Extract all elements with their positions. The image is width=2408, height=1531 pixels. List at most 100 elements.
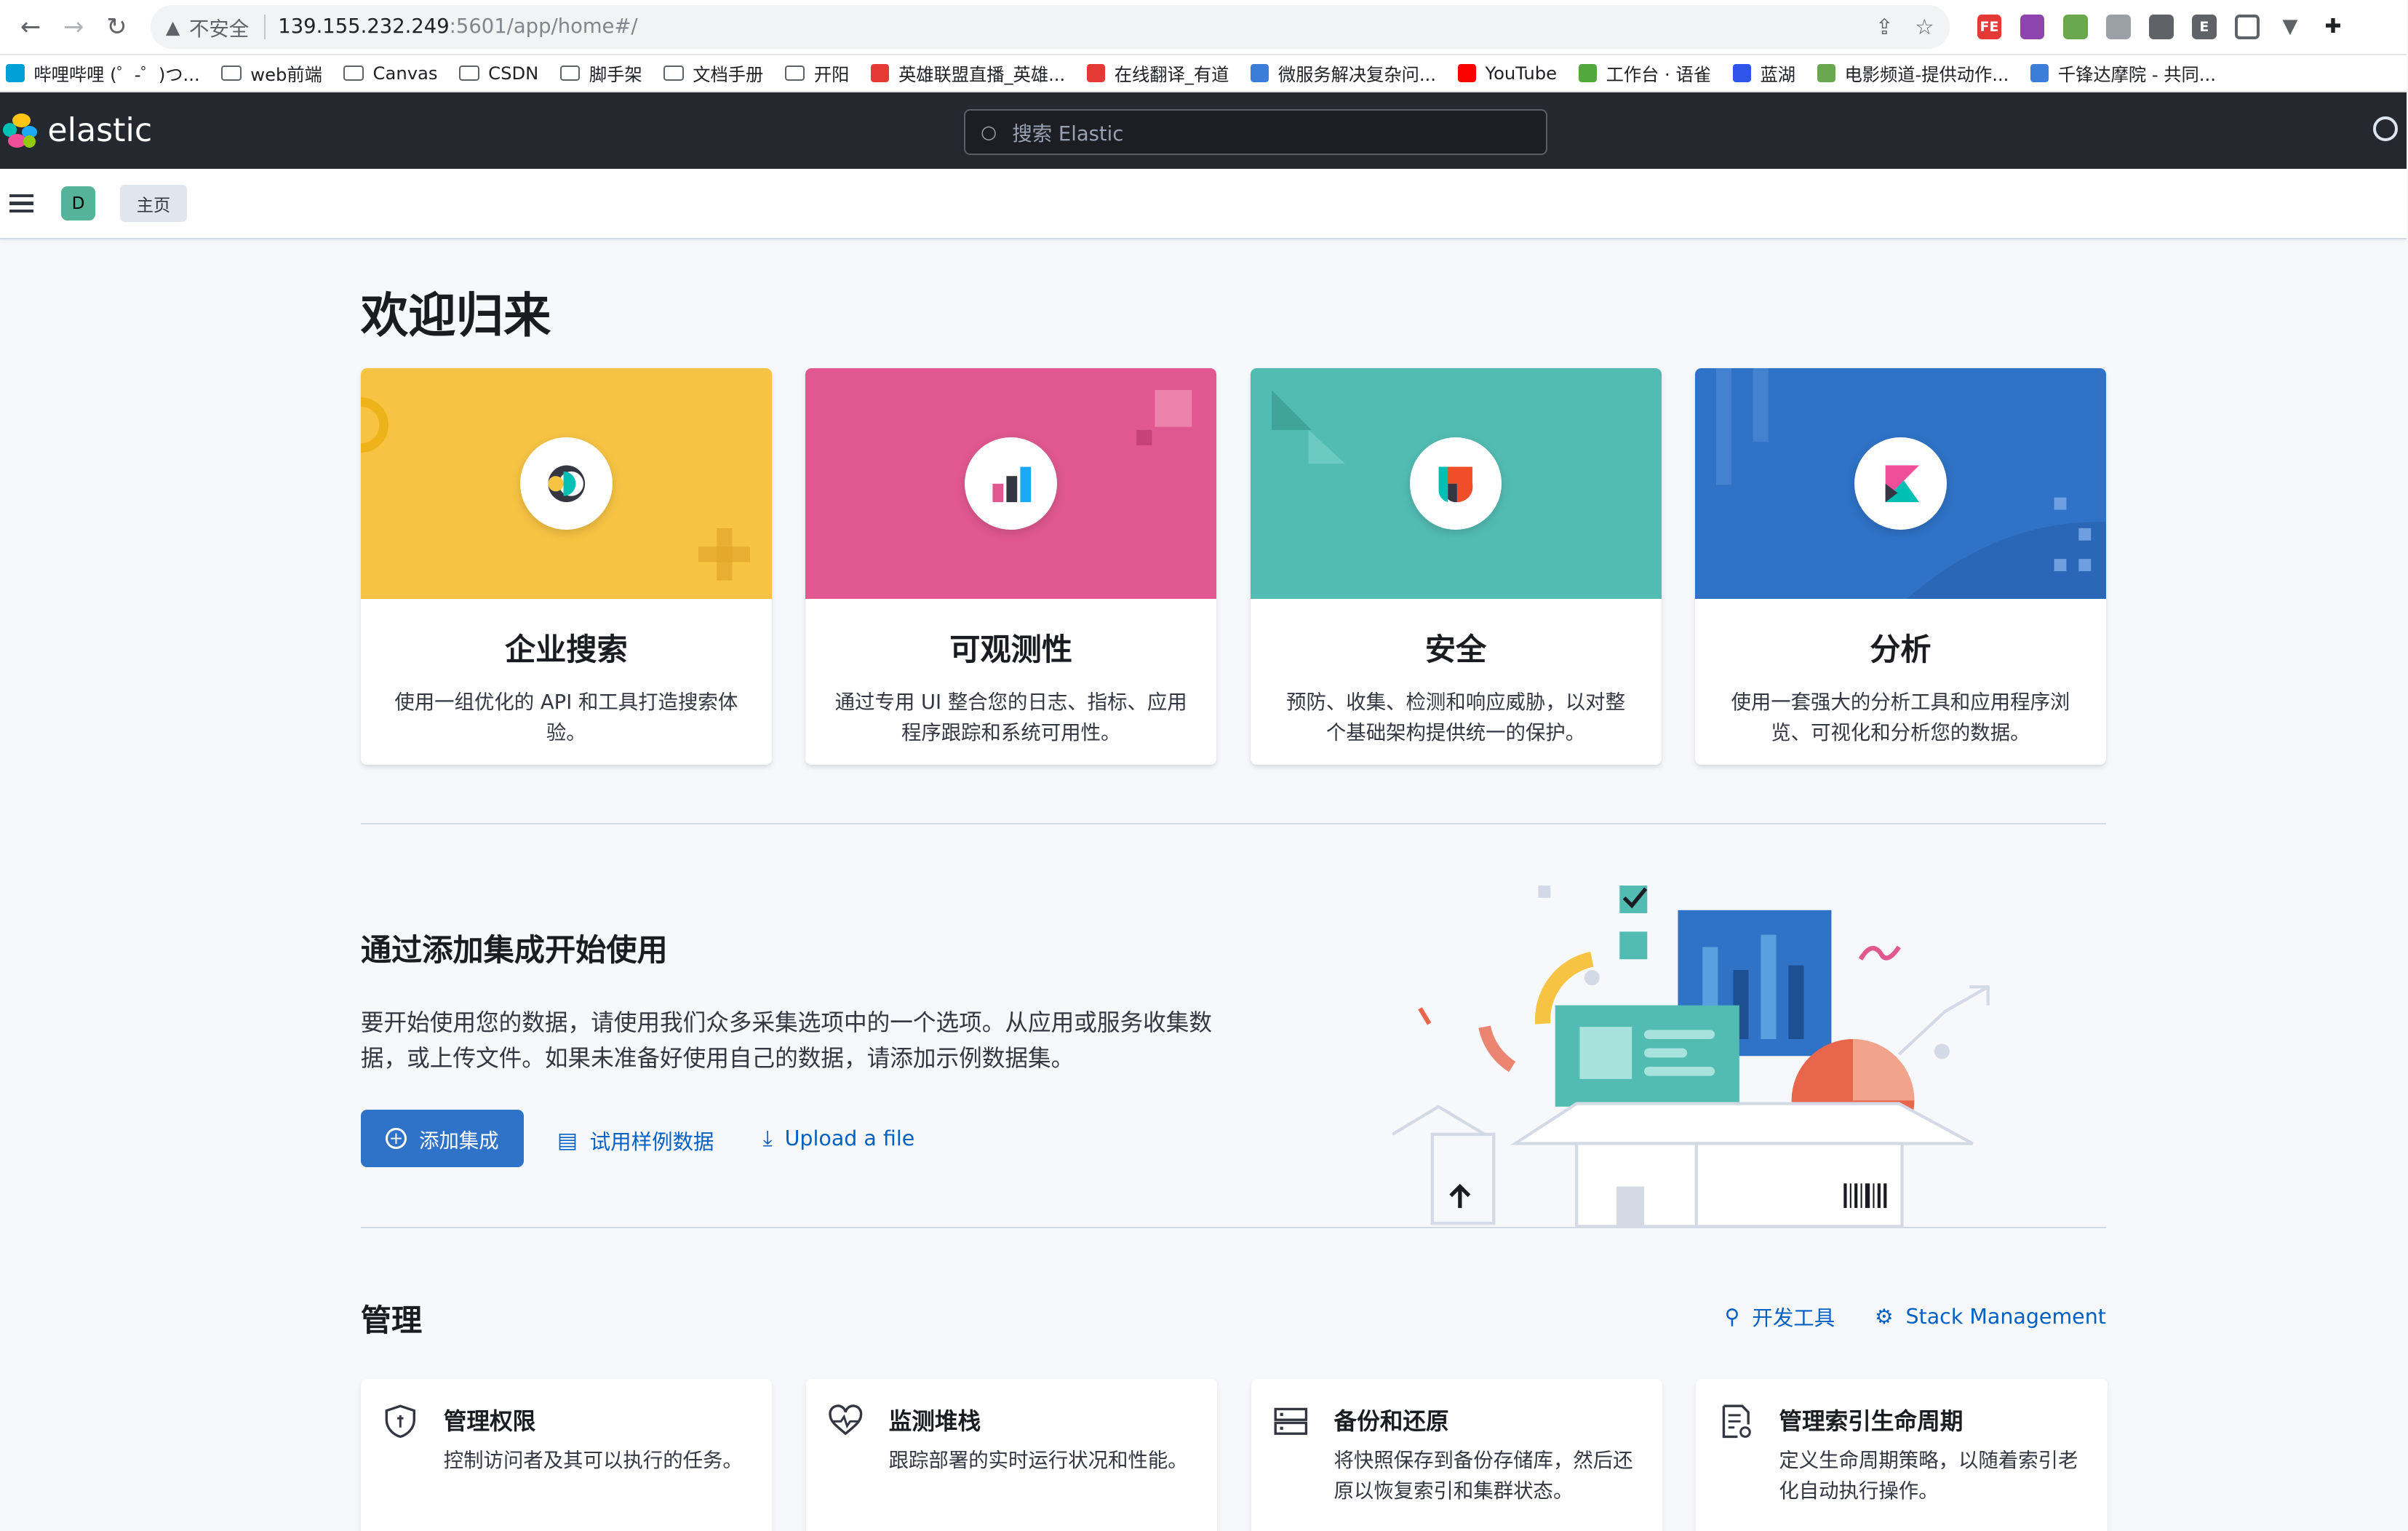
card-title: 管理索引生命周期 <box>1779 1409 1964 1436</box>
favicon-icon <box>1732 63 1751 82</box>
favicon-icon <box>1086 63 1106 82</box>
bookmark-label: 在线翻译_有道 <box>1114 63 1229 85</box>
extension-icon[interactable] <box>2062 15 2088 39</box>
favicon-icon <box>1578 63 1597 82</box>
observability-icon <box>965 437 1057 530</box>
bookmark-label: Canvas <box>372 62 438 84</box>
page-title: 欢迎归来 <box>360 287 551 343</box>
solution-title: 分析 <box>1870 631 1931 667</box>
elastic-logo-icon <box>3 114 37 148</box>
bookmark-item[interactable]: 微服务解决复杂问... <box>1250 60 1436 86</box>
divider <box>264 15 266 39</box>
search-icon: ○ <box>981 121 997 143</box>
bookmark-label: 开阳 <box>813 63 850 85</box>
card-title: 备份和还原 <box>1333 1409 1449 1436</box>
solution-card-enterprise-search[interactable]: 企业搜索 使用一组优化的 API 和工具打造搜索体验。 <box>360 368 772 765</box>
bookmark-label: 千锋达摩院 - 共同... <box>2057 63 2216 85</box>
address-bar[interactable]: ▲ 不安全 139.155.232.249:5601/app/home#/ ⇪ … <box>150 5 1950 49</box>
section-desc: 要开始使用您的数据，请使用我们众多采集选项中的一个选项。从应用或服务收集数据，或… <box>360 1010 1212 1072</box>
bookmark-label: 英雄联盟直播_英雄... <box>898 63 1066 85</box>
link-label: 开发工具 <box>1752 1306 1835 1331</box>
document-gear-icon <box>1722 1404 1751 1439</box>
bookmark-item[interactable]: Canvas <box>343 62 438 84</box>
kibana-icon <box>1854 437 1947 530</box>
bookmark-item[interactable]: 千锋达摩院 - 共同... <box>2030 60 2216 86</box>
bookmark-item[interactable]: 开阳 <box>784 60 850 86</box>
extension-icon[interactable]: E <box>2191 15 2217 39</box>
stack-management-link[interactable]: ⚙ Stack Management <box>1875 1302 2106 1332</box>
star-icon[interactable]: ☆ <box>1915 15 1934 39</box>
vue-devtools-icon[interactable]: ▼ <box>2278 15 2303 39</box>
forward-icon[interactable]: → <box>52 5 95 48</box>
bookmark-item[interactable]: YouTube <box>1457 62 1558 84</box>
card-desc: 跟踪部署的实时运行状况和性能。 <box>888 1450 1188 1473</box>
help-icon[interactable] <box>2373 116 2398 142</box>
breadcrumb: 主页 <box>119 185 188 223</box>
bookmark-item[interactable]: 文档手册 <box>663 60 763 86</box>
bookmark-item[interactable]: 哔哩哔哩 (゜-゜)つ... <box>6 60 200 86</box>
card-desc: 将快照保存到备份存储库，然后还原以恢复索引和集群状态。 <box>1333 1450 1633 1503</box>
solution-card-security[interactable]: 安全 预防、收集、检测和响应威胁，以对整个基础架构提供统一的保护。 <box>1250 368 1662 765</box>
upload-file-link[interactable]: ⤓ Upload a file <box>763 1126 915 1151</box>
add-data-illustration <box>1392 886 1990 1227</box>
folder-icon <box>784 65 805 81</box>
shield-icon <box>386 1404 416 1439</box>
bookmark-item[interactable]: web前端 <box>221 60 322 86</box>
bookmark-item[interactable]: 工作台 · 语雀 <box>1578 60 1711 86</box>
folder-icon <box>663 65 684 81</box>
favicon-icon <box>1817 63 1835 82</box>
add-integrations-button[interactable]: + 添加集成 <box>360 1110 524 1167</box>
favicon-icon <box>6 63 25 82</box>
manage-card-ilm[interactable]: 管理索引生命周期 定义生命周期策略，以随着索引老化自动执行操作。 <box>1696 1378 2108 1531</box>
decoration <box>1716 368 1769 485</box>
solution-banner <box>805 368 1217 599</box>
document-icon: ▤ <box>557 1128 578 1153</box>
favicon-icon <box>1457 63 1476 82</box>
bookmark-item[interactable]: 电影频道-提供动作... <box>1817 60 2009 86</box>
back-icon[interactable]: ← <box>9 5 52 48</box>
try-sample-data-link[interactable]: ▤ 试用样例数据 <box>557 1126 714 1156</box>
share-icon[interactable]: ⇪ <box>1875 15 1894 39</box>
solutions-panel: 企业搜索 使用一组优化的 API 和工具打造搜索体验。 可观测性 通过专用 UI… <box>360 368 2106 765</box>
bookmark-item[interactable]: 在线翻译_有道 <box>1086 60 1229 86</box>
manage-card-snapshot[interactable]: 备份和还原 将快照保存到备份存储库，然后还原以恢复索引和集群状态。 <box>1251 1378 1663 1531</box>
solution-card-observability[interactable]: 可观测性 通过专用 UI 整合您的日志、指标、应用程序跟踪和系统可用性。 <box>805 368 1217 765</box>
card-desc: 定义生命周期策略，以随着索引老化自动执行操作。 <box>1779 1450 2078 1503</box>
manage-card-permissions[interactable]: 管理权限 控制访问者及其可以执行的任务。 <box>360 1378 773 1531</box>
bookmark-item[interactable]: 蓝湖 <box>1732 60 1795 86</box>
manage-card-monitoring[interactable]: 监测堆栈 跟踪部署的实时运行状况和性能。 <box>805 1378 1218 1531</box>
search-placeholder: 搜索 Elastic <box>1012 123 1124 146</box>
decoration <box>1136 389 1192 445</box>
solution-title: 安全 <box>1424 631 1487 667</box>
url-path: :5601/app/home#/ <box>449 15 638 39</box>
elastic-logo[interactable]: elastic <box>3 112 152 149</box>
storage-icon <box>1274 1408 1308 1436</box>
extension-icon[interactable] <box>2020 15 2045 39</box>
extension-icon[interactable] <box>2148 15 2174 39</box>
solution-card-analytics[interactable]: 分析 使用一套强大的分析工具和应用程序浏览、可视化和分析您的数据。 <box>1694 368 2106 765</box>
bookmark-label: web前端 <box>250 63 322 85</box>
bookmark-label: YouTube <box>1485 62 1558 84</box>
bookmark-label: 电影频道-提供动作... <box>1844 63 2009 85</box>
space-avatar[interactable]: D <box>61 186 95 220</box>
favicon-icon <box>870 63 890 82</box>
folder-icon <box>221 65 242 81</box>
fe-extension-icon[interactable]: FE <box>1977 15 2002 39</box>
bookmark-label: 文档手册 <box>693 63 764 85</box>
heart-pulse-icon <box>829 1404 863 1436</box>
bookmark-item[interactable]: 脚手架 <box>559 60 642 86</box>
bookmark-item[interactable]: 英雄联盟直播_英雄... <box>870 60 1066 86</box>
section-title: 管理 <box>360 1302 423 1338</box>
extension-icon[interactable] <box>2105 15 2131 39</box>
bookmark-item[interactable]: CSDN <box>459 63 538 84</box>
folder-icon <box>343 65 364 81</box>
global-search-input[interactable]: ○ 搜索 Elastic <box>964 108 1547 156</box>
reload-icon[interactable]: ↻ <box>95 5 138 48</box>
browser-toolbar: ← → ↻ ▲ 不安全 139.155.232.249:5601/app/hom… <box>0 0 2407 55</box>
menu-icon[interactable] <box>9 194 34 213</box>
security-label: 不安全 <box>188 17 250 41</box>
extension-icon[interactable] <box>2235 15 2260 39</box>
puzzle-icon[interactable]: ✚ <box>2321 15 2345 39</box>
dev-tools-link[interactable]: ⚲ 开发工具 <box>1725 1302 1835 1332</box>
wrench-icon: ⚲ <box>1724 1305 1740 1329</box>
